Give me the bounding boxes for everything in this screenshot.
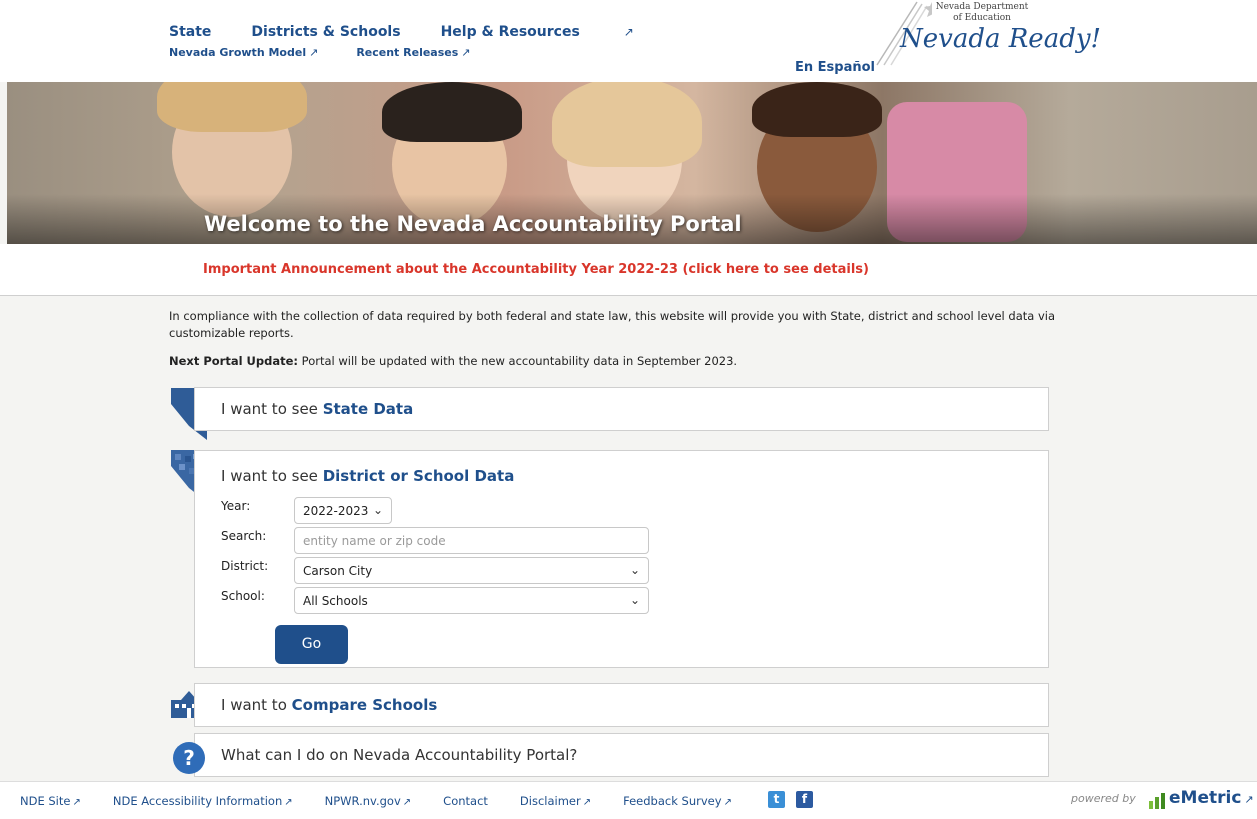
secondary-nav: Nevada Growth Model ↗ Recent Releases ↗ [169,46,509,59]
search-input[interactable]: entity name or zip code [294,527,649,554]
search-label: Search: [221,529,267,543]
footer-link-nde-site[interactable]: NDE Site ↗ [20,794,81,808]
compare-schools-title: I want to Compare Schools [221,696,437,714]
district-school-panel: I want to see District or School Data Ye… [194,450,1049,668]
nav-recent-releases[interactable]: Recent Releases ↗ [356,46,470,59]
powered-by-text: powered by [1071,792,1136,805]
year-select[interactable]: 2022-2023 ⌄ [294,497,392,524]
district-school-prefix: I want to see [221,467,323,485]
primary-nav: State Districts & Schools Help & Resourc… [169,24,714,40]
external-link-icon: ↗ [461,46,471,59]
site-footer: NDE Site ↗ NDE Accessibility Information ↗… [0,781,1257,819]
compare-schools-panel[interactable]: I want to Compare Schools [194,683,1049,727]
intro-text: In compliance with the collection of dat… [169,309,1055,340]
external-link-icon: ↗ [402,797,412,808]
nav-growth-model[interactable]: Nevada Growth Model ↗ [169,46,318,59]
next-update-label: Next Portal Update: [169,354,299,368]
chevron-down-icon: ⌄ [629,563,640,577]
state-data-emphasis: State Data [322,400,414,418]
question-icon: ? [173,742,205,774]
district-school-emphasis: District or School Data [322,467,515,485]
state-data-prefix: I want to see [221,400,323,418]
year-select-value: 2022-2023 [303,504,369,518]
twitter-icon[interactable]: t [768,791,785,808]
footer-link-accessibility-label: NDE Accessibility Information [112,794,283,808]
announcement-link[interactable]: Important Announcement about the Account… [203,262,869,277]
external-link-icon: ↗ [284,797,293,808]
external-link-icon: ↗ [309,46,319,59]
district-select-value: Carson City [303,564,373,578]
announcement-bar: Important Announcement about the Account… [0,244,1257,296]
nav-help-resources[interactable]: Help & Resources ↗ [441,24,674,40]
school-select[interactable]: All Schools ⌄ [294,587,649,614]
external-link-icon: ↗ [623,25,634,39]
facebook-icon[interactable]: f [796,791,813,808]
district-select[interactable]: Carson City ⌄ [294,557,649,584]
nav-help-resources-label: Help & Resources [440,24,580,40]
footer-link-feedback[interactable]: Feedback Survey ↗ [623,794,732,808]
footer-link-disclaimer[interactable]: Disclaimer ↗ [520,794,591,808]
compare-schools-prefix: I want to [221,696,292,714]
external-link-icon: ↗ [723,797,732,808]
emetric-label: eMetric [1169,788,1242,808]
hero-photo-hair [382,82,522,142]
external-link-icon: ↗ [582,797,592,808]
school-select-value: All Schools [303,594,368,608]
nav-recent-releases-label: Recent Releases [356,46,459,59]
nav-districts-schools[interactable]: Districts & Schools [251,24,400,40]
nav-state[interactable]: State [169,24,211,40]
footer-link-feedback-label: Feedback Survey [623,794,722,808]
footer-link-npwr[interactable]: NPWR.nv.gov ↗ [325,794,412,808]
footer-link-contact[interactable]: Contact [443,794,488,808]
logo-department: Nevada Department of Education [935,2,1029,23]
chevron-down-icon: ⌄ [372,503,383,517]
state-data-title: I want to see State Data [221,400,413,418]
district-label: District: [221,559,269,573]
emetric-logo-icon [1149,793,1165,809]
compare-schools-emphasis: Compare Schools [291,696,438,714]
logo-script: Nevada Ready! [900,24,1101,54]
language-link[interactable]: En Español [795,60,875,75]
hero-photo-hair [157,82,307,132]
next-update-text: Portal will be updated with the new acco… [298,354,738,368]
footer-link-nde-site-label: NDE Site [20,794,71,808]
footer-link-npwr-label: NPWR.nv.gov [324,794,401,808]
nevada-ready-logo[interactable]: Nevada Department of Education Nevada Re… [870,0,1101,78]
state-data-panel[interactable]: I want to see State Data [194,387,1049,431]
external-link-icon: ↗ [1244,793,1254,806]
nav-growth-model-label: Nevada Growth Model [169,46,307,59]
help-title: What can I do on Nevada Accountability P… [221,746,578,764]
footer-links: NDE Site ↗ NDE Accessibility Information ↗… [20,794,764,808]
go-button[interactable]: Go [275,625,348,664]
district-school-title: I want to see District or School Data [221,467,514,485]
school-label: School: [221,589,265,603]
external-link-icon: ↗ [72,797,81,808]
hero-photo-hair [552,82,702,167]
hero-banner: Welcome to the Nevada Accountability Por… [7,82,1257,244]
help-panel[interactable]: What can I do on Nevada Accountability P… [194,733,1049,777]
emetric-link[interactable]: eMetric ↗ [1169,788,1254,808]
footer-link-disclaimer-label: Disclaimer [519,794,581,808]
hero-title: Welcome to the Nevada Accountability Por… [204,212,742,236]
chevron-down-icon: ⌄ [629,593,640,607]
footer-link-accessibility[interactable]: NDE Accessibility Information ↗ [113,794,293,808]
next-update: Next Portal Update: Portal will be updat… [169,354,737,368]
year-label: Year: [221,499,251,513]
hero-photo-hair [752,82,882,137]
site-header: State Districts & Schools Help & Resourc… [0,0,1257,82]
